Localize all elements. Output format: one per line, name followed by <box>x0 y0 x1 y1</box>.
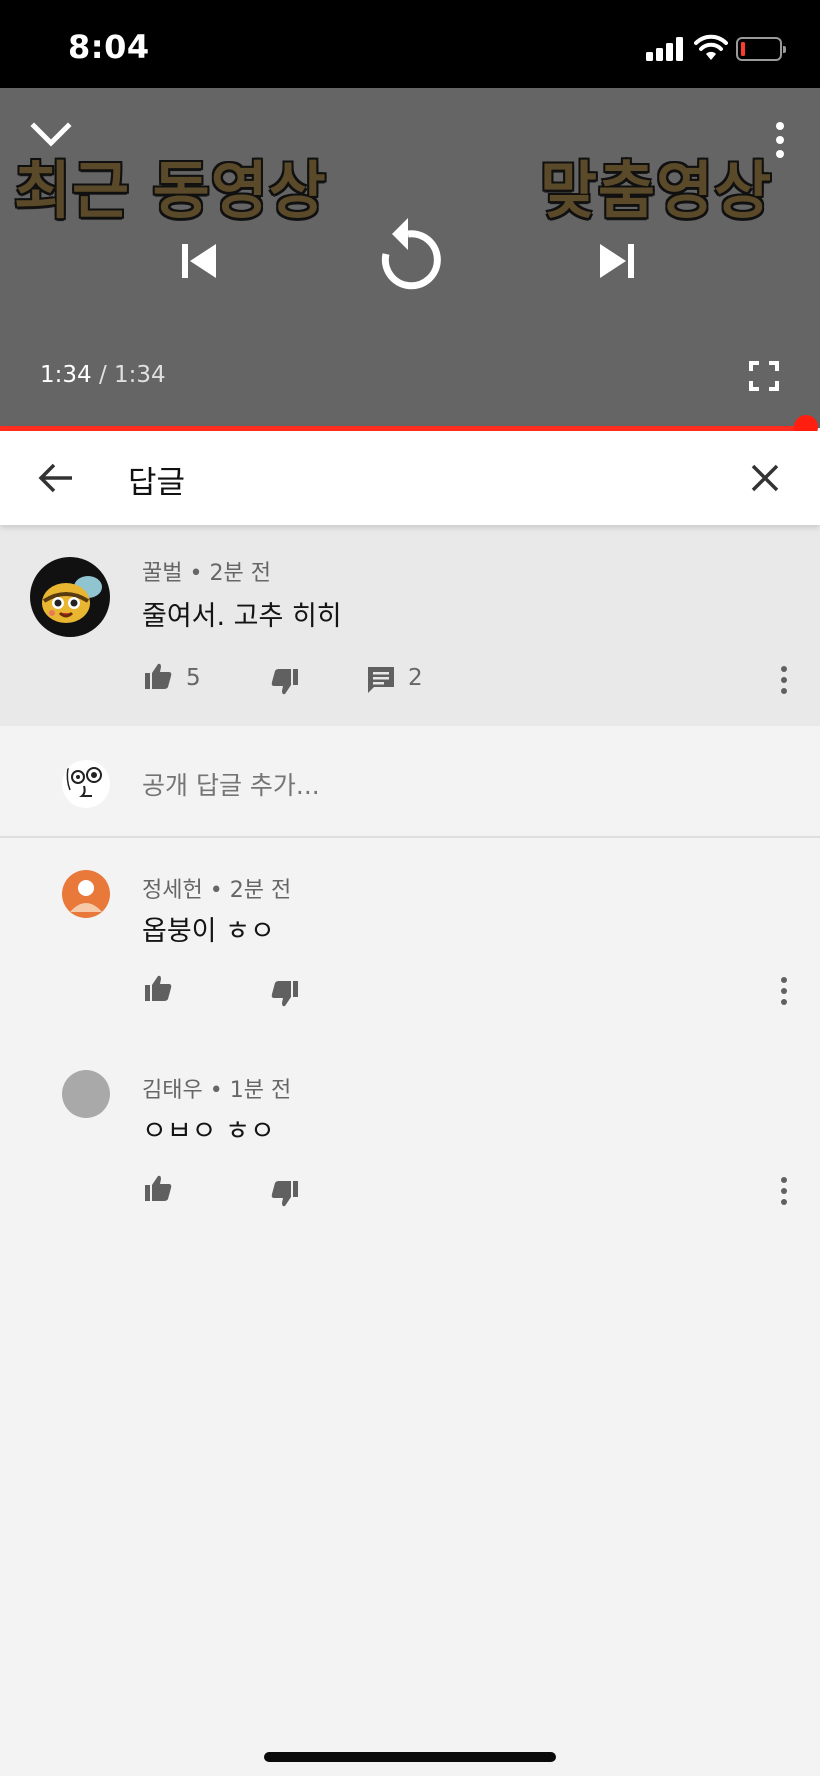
cellular-signal-icon <box>646 37 686 61</box>
more-vert-icon[interactable] <box>778 1176 790 1206</box>
back-arrow-icon[interactable] <box>36 461 76 495</box>
duration: 1:34 <box>114 362 166 388</box>
comment-age: 1분 전 <box>229 1078 292 1103</box>
comment-age: 2분 전 <box>229 878 292 903</box>
meta-dot: • <box>209 878 223 903</box>
comment-text: 줄여서. 고추 히히 <box>142 601 342 632</box>
video-player[interactable]: 최근 동영상 맞춤영상 1:34 / 1:34 <box>0 88 820 439</box>
comment-meta: 김태우 • 1분 전 <box>142 1072 291 1104</box>
more-vert-icon[interactable] <box>778 665 790 695</box>
battery-icon <box>736 37 786 61</box>
comment-meta: 정세헌 • 2분 전 <box>142 872 291 904</box>
avatar[interactable] <box>62 1070 110 1118</box>
wifi-icon <box>694 34 728 60</box>
comment-author[interactable]: 꿀벌 <box>142 561 182 586</box>
close-icon[interactable] <box>748 461 782 495</box>
comment-text: 옵붕이 ㅎㅇ <box>142 916 275 947</box>
replies-header: 답글 <box>0 431 820 525</box>
add-reply-input[interactable]: 공개 답글 추가... <box>142 766 320 802</box>
thumb-up-icon[interactable] <box>143 661 173 691</box>
reply-count: 2 <box>408 665 423 691</box>
thumb-up-icon[interactable] <box>143 1173 173 1203</box>
comment-meta: 꿀벌 • 2분 전 <box>142 555 271 587</box>
fullscreen-icon[interactable] <box>748 360 780 392</box>
thumb-down-icon[interactable] <box>270 979 300 1009</box>
status-bar: 8:04 <box>0 0 820 88</box>
parent-comment: 꿀벌 • 2분 전 줄여서. 고추 히히 5 2 <box>0 525 820 726</box>
video-timecode: 1:34 / 1:34 <box>40 362 166 388</box>
like-count: 5 <box>186 665 201 691</box>
meta-dot: • <box>209 1078 223 1103</box>
avatar[interactable] <box>30 557 110 637</box>
comment-text: ㅇㅂㅇ ㅎㅇ <box>142 1116 275 1147</box>
comment-author[interactable]: 정세헌 <box>142 878 203 903</box>
default-person-icon <box>70 880 102 912</box>
replies-title: 답글 <box>128 465 186 501</box>
comment-author[interactable]: 김태우 <box>142 1078 203 1103</box>
video-overlay-text-right: 맞춤영상 <box>540 154 773 227</box>
comment-icon[interactable] <box>366 665 396 695</box>
current-time: 1:34 <box>40 362 92 388</box>
status-time: 8:04 <box>68 28 150 66</box>
thumb-up-icon[interactable] <box>143 973 173 1003</box>
meta-dot: • <box>189 561 203 586</box>
add-reply-row[interactable]: 공개 답글 추가... <box>0 726 820 838</box>
comment-age: 2분 전 <box>209 561 271 586</box>
chevron-down-icon[interactable] <box>30 118 72 154</box>
more-vert-icon[interactable] <box>778 976 790 1006</box>
screen: 8:04 최근 동영상 맞춤영상 1:34 / 1:34 답글 꿀벌 • 2분 … <box>0 0 820 1776</box>
home-indicator[interactable] <box>264 1752 556 1762</box>
user-avatar <box>62 760 110 808</box>
avatar[interactable] <box>62 870 110 918</box>
replay-icon[interactable] <box>370 212 446 302</box>
time-separator: / <box>98 362 107 388</box>
previous-icon[interactable] <box>176 240 220 282</box>
bee-avatar-icon <box>42 576 102 623</box>
next-icon[interactable] <box>596 240 640 282</box>
thumb-down-icon[interactable] <box>270 1179 300 1209</box>
more-vert-icon[interactable] <box>766 120 794 160</box>
doodle-avatar-icon <box>66 767 102 797</box>
thumb-down-icon[interactable] <box>270 667 300 697</box>
